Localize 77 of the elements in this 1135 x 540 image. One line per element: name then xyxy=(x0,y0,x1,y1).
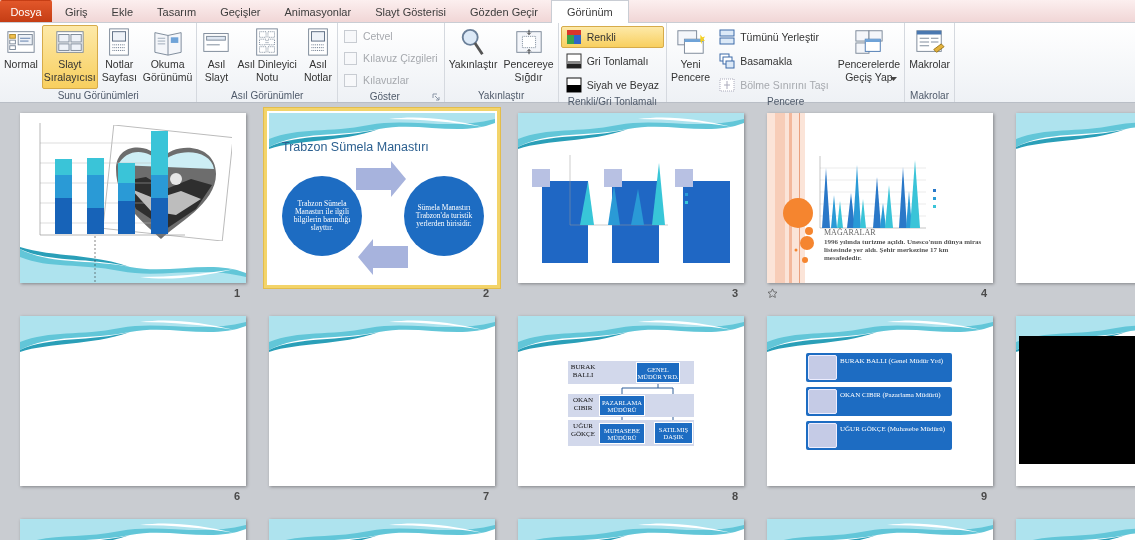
fit-window-icon xyxy=(513,27,544,57)
ribbon-button[interactable]: Renkli xyxy=(560,26,665,48)
slide-thumbnail[interactable] xyxy=(518,113,744,283)
legend-swatch xyxy=(933,197,936,200)
ribbon-button[interactable]: Gri Tonlamalı xyxy=(560,50,665,72)
new-window-icon xyxy=(675,27,706,57)
slide-number: 6 xyxy=(233,490,240,502)
slide-thumbnail[interactable] xyxy=(20,113,246,283)
group-label: Göster xyxy=(369,90,400,102)
chart-bar xyxy=(631,189,644,225)
ribbon-tab[interactable]: Animasyonlar xyxy=(273,0,363,22)
chart-bar xyxy=(118,163,135,183)
image-placeholder xyxy=(808,389,837,414)
ribbon-button[interactable]: Makrolar xyxy=(907,25,952,89)
group-label: Pencere xyxy=(766,96,805,107)
chart-bar xyxy=(87,208,104,234)
slide-number: 3 xyxy=(731,287,738,299)
legend-swatch xyxy=(685,193,688,196)
ribbon-button[interactable]: Yakınlaştır xyxy=(446,25,500,89)
group-label: Makrolar xyxy=(910,90,949,101)
contrast-swatch-icon xyxy=(565,77,582,93)
group-label: Sunu Görünümleri xyxy=(57,90,139,101)
ribbon-button[interactable]: Asıl Dinleyici Notu xyxy=(235,25,299,89)
slide-number: 9 xyxy=(980,490,987,502)
ribbon-tab[interactable]: Ekle xyxy=(100,0,144,22)
slide-title: MAĞARALAR xyxy=(824,228,876,237)
ribbon-tab[interactable]: Slayt Gösterisi xyxy=(364,0,458,22)
cascade-windows-icon xyxy=(719,53,736,69)
ribbon-button[interactable]: Slayt Sıralayıcısı xyxy=(41,25,98,89)
legend-swatch xyxy=(685,201,688,204)
ribbon-tab[interactable]: Giriş xyxy=(54,0,99,22)
ribbon-tab[interactable]: Geçişler xyxy=(209,0,272,22)
ribbon-button[interactable]: Notlar Sayfası xyxy=(99,25,139,89)
ribbon-button[interactable]: Pencereye Sığdır xyxy=(501,25,556,89)
square-shape xyxy=(675,169,693,187)
file-tab[interactable]: Dosya xyxy=(0,0,52,22)
guide-line xyxy=(94,235,96,283)
split-window-icon xyxy=(719,77,736,93)
ribbon-button[interactable]: Siyah ve Beyaz xyxy=(560,74,665,96)
square-shape xyxy=(604,169,622,187)
chart-bar xyxy=(580,181,594,225)
slide-title: Trabzon Sümela Manastırı xyxy=(282,140,429,154)
star-icon[interactable] xyxy=(767,288,778,299)
group-label: Asıl Görünümler xyxy=(231,90,304,101)
color-swatch-icon xyxy=(565,29,582,45)
image-placeholder xyxy=(808,355,837,380)
square-shape xyxy=(532,169,550,187)
ribbon-button[interactable]: Basamakla xyxy=(714,50,834,72)
ribbon-tab[interactable]: Gözden Geçir xyxy=(459,0,549,22)
slide-thumbnail[interactable] xyxy=(269,316,495,486)
ribbon-button[interactable]: Asıl Slayt xyxy=(199,25,234,89)
slide-thumbnail[interactable] xyxy=(20,316,246,486)
ribbon-button[interactable]: Yeni Pencere xyxy=(669,25,713,89)
ribbon-button[interactable]: Tümünü Yerleştir xyxy=(714,26,834,48)
ribbon-button[interactable]: Asıl Notlar xyxy=(300,25,335,89)
ribbon-button[interactable]: Pencerelerde Geçiş Yap xyxy=(835,25,903,89)
group-label: Yakınlaştır xyxy=(477,90,525,101)
slide-number: 4 xyxy=(980,287,987,299)
legend-swatch xyxy=(933,205,936,208)
chart-bar xyxy=(608,185,620,225)
arrow-shape xyxy=(358,239,408,275)
slide-number: 2 xyxy=(482,287,489,299)
switch-windows-icon xyxy=(853,27,884,57)
ribbon-tab[interactable]: Tasarım xyxy=(146,0,208,22)
legend-swatch xyxy=(933,189,936,192)
dialog-launcher-icon[interactable] xyxy=(431,93,440,101)
tile-windows-icon xyxy=(719,29,736,45)
ribbon-tab[interactable]: Görünüm xyxy=(550,0,629,23)
ribbon-button[interactable]: Okuma Görünümü xyxy=(140,25,195,89)
group-label: Renkli/Gri Tonlamalı xyxy=(567,96,657,107)
slide-number: 7 xyxy=(482,490,489,502)
gradient-swatch-icon xyxy=(565,53,582,69)
arrow-shape xyxy=(356,161,406,197)
slide-number: 8 xyxy=(731,490,738,502)
ribbon-button[interactable]: Normal xyxy=(2,25,40,89)
image-placeholder xyxy=(808,423,837,448)
slide-number: 1 xyxy=(233,287,240,299)
